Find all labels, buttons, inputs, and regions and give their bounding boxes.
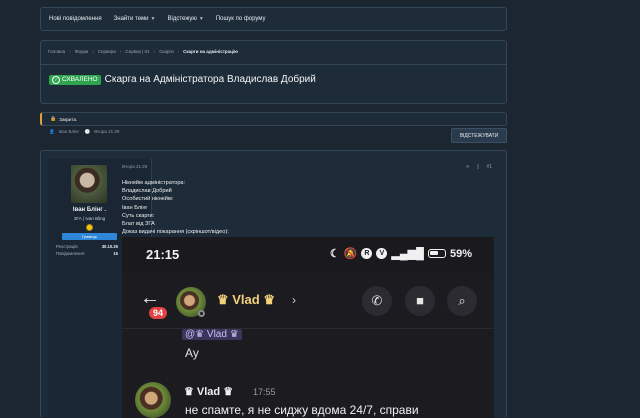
evidence-screenshot[interactable]: 21:15 ☾ 🔕 R V ▂▄▆█ 59% ← 94 ♛ Vlad ♛ › ✆… bbox=[122, 237, 494, 418]
chevron-down-icon: ▼ bbox=[150, 16, 156, 22]
post-line: Владислав Добрий bbox=[122, 188, 172, 195]
user-title: ЗГА | Ivan Bling bbox=[73, 216, 106, 221]
breadcrumb-item[interactable]: Скарги bbox=[159, 49, 173, 54]
chat-header: ← 94 ♛ Vlad ♛ › ✆ ■ ⌕ bbox=[122, 273, 494, 329]
battery-level: 59% bbox=[449, 247, 472, 260]
signal-icon: ▂▄▆█ bbox=[391, 248, 424, 260]
post-body: Нікнейм адміністратора: Владислав Добрий… bbox=[122, 179, 229, 236]
post-line: Іван Блінг bbox=[122, 204, 148, 211]
breadcrumb-separator: › bbox=[92, 49, 94, 54]
breadcrumb-item[interactable]: Сервер | 01 bbox=[125, 49, 149, 54]
breadcrumb-item[interactable]: Скарги на адміністрацію bbox=[183, 49, 238, 54]
message-author[interactable]: ♛ Vlad ♛ bbox=[184, 385, 233, 398]
bookmark-icon[interactable]: ▯ bbox=[477, 164, 480, 170]
video-call-icon[interactable]: ■ bbox=[405, 286, 435, 316]
stat-label: Реєстрація: bbox=[56, 244, 79, 249]
chevron-down-icon: ▼ bbox=[198, 16, 204, 22]
thread-title-row: ✓ СХВАЛЕНО Скарга на Адміністратора Влади… bbox=[49, 74, 316, 85]
message-avatar[interactable] bbox=[135, 382, 171, 418]
clock-icon: ·🕒 bbox=[83, 129, 91, 134]
breadcrumb-separator: › bbox=[153, 49, 156, 54]
battery-icon bbox=[427, 249, 446, 258]
post-line: Суть скарги: bbox=[122, 212, 155, 219]
message-reply: Ау bbox=[185, 346, 199, 360]
unread-badge: 94 bbox=[149, 307, 168, 319]
closed-notice: 🔒 Закрита. bbox=[40, 112, 507, 126]
thread-author[interactable]: Іван Блінг bbox=[59, 129, 79, 135]
phone-call-icon[interactable]: ✆ bbox=[362, 286, 392, 316]
breadcrumb-item[interactable]: Головна bbox=[48, 49, 65, 54]
coin-icon bbox=[86, 224, 93, 231]
post-date[interactable]: Вчора 21:29 bbox=[122, 164, 147, 169]
breadcrumb: Головна › Форум › Сервери › Сервер | 01 › Ск… bbox=[48, 49, 238, 54]
follow-button[interactable]: ВІДСТЕЖУВАТИ bbox=[451, 128, 507, 143]
post-line: Доказ видачі покарання (скріншот/відео): bbox=[122, 229, 229, 236]
nav-watched[interactable]: Відстежую ▼ bbox=[167, 16, 203, 22]
phone-status-bar: 21:15 ☾ 🔕 R V ▂▄▆█ 59% bbox=[122, 237, 494, 273]
stat-value: 30.10.25 bbox=[101, 244, 118, 249]
registered-icon: R bbox=[361, 248, 373, 259]
user-stat-registration: Реєстрація: 30.10.25 bbox=[56, 244, 118, 249]
chat-name[interactable]: ♛ Vlad ♛ bbox=[217, 292, 275, 308]
divider bbox=[41, 64, 506, 65]
mute-icon: 🔕 bbox=[343, 248, 358, 260]
user-icon: 👤 bbox=[49, 129, 55, 134]
post-number[interactable]: #1 bbox=[486, 164, 492, 170]
nav-find-threads[interactable]: Знайти теми ▼ bbox=[114, 16, 156, 22]
status-icons: ☾ 🔕 R V ▂▄▆█ 59% bbox=[329, 247, 472, 261]
nav-new-posts[interactable]: Нові повідомлення bbox=[49, 16, 102, 22]
chevron-right-icon[interactable]: › bbox=[292, 293, 296, 307]
post-line: Особистий нікнейм: bbox=[122, 196, 174, 203]
breadcrumb-item[interactable]: Форум bbox=[75, 49, 89, 54]
page-title: Скарга на Адміністратора Владислав Добри… bbox=[104, 74, 316, 85]
user-stat-messages: Повідомлення: 15 bbox=[56, 251, 118, 256]
post-line: Блат від ЗГА bbox=[122, 221, 155, 228]
user-banner: Гравець bbox=[62, 233, 117, 240]
search-icon[interactable]: ⌕ bbox=[447, 286, 477, 316]
breadcrumb-separator: › bbox=[69, 49, 71, 54]
top-nav: Нові повідомлення Знайти теми ▼ Відстежую… bbox=[40, 7, 507, 31]
message-quote: @♛ Vlad ♛ bbox=[182, 329, 242, 340]
nav-find-threads-label: Знайти теми bbox=[113, 16, 149, 22]
nav-search-forum[interactable]: Пошук по форуму bbox=[216, 16, 266, 22]
breadcrumb-item[interactable]: Сервери bbox=[98, 49, 116, 54]
closed-notice-text: Закрита. bbox=[59, 116, 78, 122]
status-dot-icon bbox=[198, 310, 205, 317]
thread-date[interactable]: Вчора 21:29 bbox=[94, 129, 119, 135]
avatar[interactable] bbox=[71, 165, 107, 203]
thread-header: Головна › Форум › Сервери › Сервер | 01 › Ск… bbox=[40, 40, 507, 134]
breadcrumb-separator: › bbox=[177, 49, 180, 54]
status-badge-label: СХВАЛЕНО bbox=[62, 76, 98, 83]
post: Іван Блінг . ЗГА | Ivan Bling Гравець Ре… bbox=[40, 150, 507, 418]
post-line: Нікнейм адміністратора: bbox=[122, 180, 186, 186]
stat-label: Повідомлення: bbox=[56, 251, 85, 256]
volte-icon: V bbox=[376, 248, 388, 259]
moon-icon: ☾ bbox=[329, 248, 340, 260]
post-actions: ⋖ ▯ #1 bbox=[465, 164, 492, 170]
phone-time: 21:15 bbox=[146, 247, 180, 262]
stat-value: 15 bbox=[113, 251, 118, 256]
breadcrumb-separator: › bbox=[119, 49, 122, 54]
status-badge: ✓ СХВАЛЕНО bbox=[49, 74, 101, 85]
lock-icon: 🔒 bbox=[50, 116, 57, 122]
share-icon[interactable]: ⋖ bbox=[465, 164, 469, 170]
nav-watched-label: Відстежую bbox=[167, 16, 197, 22]
check-circle-icon: ✓ bbox=[52, 75, 60, 84]
thread-meta: 👤 Іван Блінг ·🕒 Вчора 21:29 bbox=[49, 129, 119, 135]
message-text: не спамте, я не сиджу вдома 24/7, справи bbox=[185, 403, 419, 417]
message-time: 17:55 bbox=[253, 387, 276, 397]
post-username[interactable]: Іван Блінг . bbox=[48, 207, 131, 213]
